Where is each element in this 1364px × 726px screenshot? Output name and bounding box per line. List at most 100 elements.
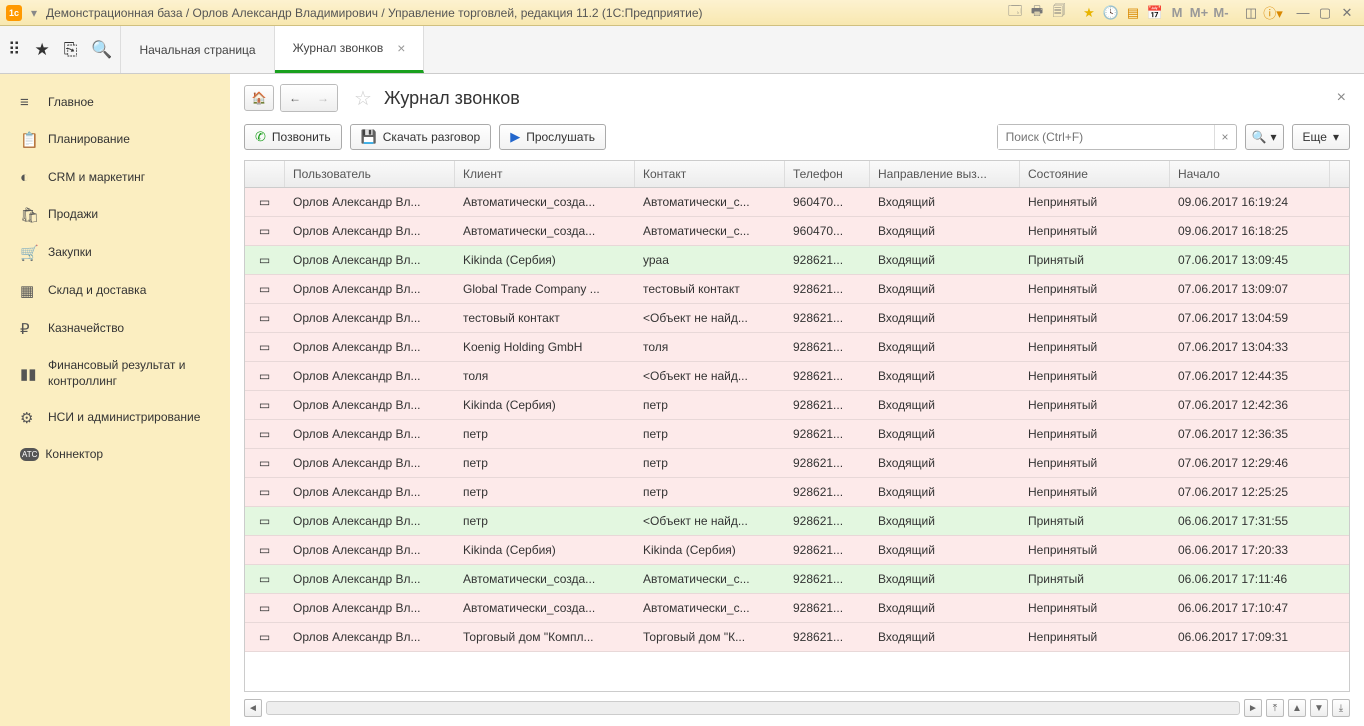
close-page-button[interactable]: × (1333, 89, 1350, 107)
col-user[interactable]: Пользователь (285, 161, 455, 187)
calculator-icon[interactable]: ▤ (1123, 4, 1143, 22)
table-row[interactable]: ▭Орлов Александр Вл...Koenig Holding Gmb… (245, 333, 1349, 362)
cell: 928621... (785, 363, 870, 389)
col-state[interactable]: Состояние (1020, 161, 1170, 187)
col-icon[interactable] (245, 161, 285, 187)
minimize-button[interactable]: — (1293, 4, 1313, 22)
cell: Орлов Александр Вл... (285, 189, 455, 215)
goto-bottom-icon[interactable]: ⤓ (1332, 699, 1350, 717)
sidebar-item-3[interactable]: 🛍Продажи (0, 196, 230, 234)
copy-icon[interactable]: 🗐 (1049, 4, 1069, 22)
star-icon[interactable]: ★ (34, 40, 49, 60)
apps-icon[interactable]: ⠿ (8, 40, 20, 60)
table-row[interactable]: ▭Орлов Александр Вл...петр<Объект не най… (245, 507, 1349, 536)
grid-body[interactable]: ▭Орлов Александр Вл...Автоматически_созд… (245, 188, 1349, 691)
goto-top-icon[interactable]: ⤒ (1266, 699, 1284, 717)
col-phone[interactable]: Телефон (785, 161, 870, 187)
table-row[interactable]: ▭Орлов Александр Вл...петрпетр928621...В… (245, 449, 1349, 478)
table-row[interactable]: ▭Орлов Александр Вл...Kikinda (Сербия)пе… (245, 391, 1349, 420)
info-icon[interactable]: ⓘ▾ (1263, 4, 1283, 22)
table-row[interactable]: ▭Орлов Александр Вл...Автоматически_созд… (245, 565, 1349, 594)
history-icon[interactable]: 🕓 (1101, 4, 1121, 22)
download-button[interactable]: 💾 Скачать разговор (350, 124, 492, 150)
sidebar-label: Закупки (42, 245, 210, 261)
mem-m-button[interactable]: M (1167, 4, 1187, 22)
col-client[interactable]: Клиент (455, 161, 635, 187)
search-input[interactable] (998, 125, 1214, 149)
sidebar-icon: ≡ (20, 94, 42, 111)
cell: Входящий (870, 566, 1020, 592)
sidebar-label: Склад и доставка (42, 283, 210, 299)
maximize-button[interactable]: ▢ (1315, 4, 1335, 22)
table-row[interactable]: ▭Орлов Александр Вл...Global Trade Compa… (245, 275, 1349, 304)
sidebar-item-4[interactable]: 🛒Закупки (0, 234, 230, 272)
mem-mminus-button[interactable]: M- (1211, 4, 1231, 22)
cell: ▭ (245, 305, 285, 331)
col-contact[interactable]: Контакт (635, 161, 785, 187)
goto-up-icon[interactable]: ▲ (1288, 699, 1306, 717)
cell: 928621... (785, 305, 870, 331)
cell: Входящий (870, 247, 1020, 273)
cell: Автоматически_с... (635, 189, 785, 215)
call-button[interactable]: ✆ Позвонить (244, 124, 342, 150)
cell: ▭ (245, 421, 285, 447)
cell: Входящий (870, 508, 1020, 534)
goto-down-icon[interactable]: ▼ (1310, 699, 1328, 717)
sidebar-item-8[interactable]: ⚙НСИ и администрирование (0, 399, 230, 437)
search-icon[interactable]: 🔍 (91, 40, 112, 60)
tab-close-icon[interactable]: × (397, 40, 405, 56)
panel-icon[interactable]: ◫ (1241, 4, 1261, 22)
cell: Орлов Александр Вл... (285, 537, 455, 563)
listen-button[interactable]: ▶ Прослушать (499, 124, 606, 150)
sidebar-item-0[interactable]: ≡Главное (0, 84, 230, 121)
sidebar-label: Планирование (42, 132, 210, 148)
sidebar-item-6[interactable]: ₽Казначейство (0, 310, 230, 348)
table-row[interactable]: ▭Орлов Александр Вл...Автоматически_созд… (245, 217, 1349, 246)
cell: Входящий (870, 218, 1020, 244)
table-row[interactable]: ▭Орлов Александр Вл...Автоматически_созд… (245, 188, 1349, 217)
nav-forward-button[interactable]: → (309, 85, 337, 111)
cell: ▭ (245, 189, 285, 215)
table-row[interactable]: ▭Орлов Александр Вл...Kikinda (Сербия)Ki… (245, 536, 1349, 565)
cell: петр (455, 508, 635, 534)
table-row[interactable]: ▭Орлов Александр Вл...Kikinda (Сербия)ур… (245, 246, 1349, 275)
scroll-right-icon[interactable]: ► (1244, 699, 1262, 717)
more-button[interactable]: Еще ▾ (1292, 124, 1350, 150)
print-preview-icon[interactable]: 🗔 (1005, 4, 1025, 22)
favorite-page-icon[interactable]: ☆ (354, 86, 372, 111)
calendar-icon[interactable]: 📅 (1145, 4, 1165, 22)
table-row[interactable]: ▭Орлов Александр Вл...петрпетр928621...В… (245, 420, 1349, 449)
print-icon[interactable]: 🖶 (1027, 4, 1047, 22)
table-row[interactable]: ▭Орлов Александр Вл...толя<Объект не най… (245, 362, 1349, 391)
sidebar-item-1[interactable]: 📋Планирование (0, 121, 230, 159)
cell: Непринятый (1020, 218, 1170, 244)
cell: петр (455, 450, 635, 476)
pin-icon[interactable]: ⎘ (64, 40, 78, 60)
horizontal-scrollbar[interactable] (266, 701, 1240, 715)
nav-back-button[interactable]: ← (281, 85, 309, 111)
cell: Непринятый (1020, 479, 1170, 505)
search-clear-button[interactable]: × (1214, 125, 1236, 149)
cell: 928621... (785, 537, 870, 563)
app-menu-dropdown[interactable]: ▾ (26, 6, 42, 20)
home-button[interactable]: 🏠 (244, 85, 274, 111)
sidebar-item-5[interactable]: ▦Склад и доставка (0, 272, 230, 310)
table-row[interactable]: ▭Орлов Александр Вл...тестовый контакт<О… (245, 304, 1349, 333)
favorite-icon[interactable]: ★ (1079, 4, 1099, 22)
table-row[interactable]: ▭Орлов Александр Вл...Торговый дом "Комп… (245, 623, 1349, 652)
scroll-left-icon[interactable]: ◄ (244, 699, 262, 717)
sidebar-item-2[interactable]: ◐CRM и маркетинг (0, 159, 230, 196)
tab-call-log[interactable]: Журнал звонков × (275, 26, 425, 73)
table-row[interactable]: ▭Орлов Александр Вл...Автоматически_созд… (245, 594, 1349, 623)
table-row[interactable]: ▭Орлов Александр Вл...петрпетр928621...В… (245, 478, 1349, 507)
cell: 928621... (785, 450, 870, 476)
page-title: Журнал звонков (384, 88, 520, 109)
tab-home[interactable]: Начальная страница (121, 26, 274, 73)
col-direction[interactable]: Направление выз... (870, 161, 1020, 187)
col-start[interactable]: Начало (1170, 161, 1330, 187)
sidebar-item-9[interactable]: ATCКоннектор (0, 437, 230, 473)
sidebar-item-7[interactable]: ▮▮Финансовый результат и контроллинг (0, 348, 230, 399)
mem-mplus-button[interactable]: M+ (1189, 4, 1209, 22)
close-window-button[interactable]: ✕ (1337, 4, 1357, 22)
search-mode-select[interactable]: 🔍▾ (1245, 124, 1284, 150)
